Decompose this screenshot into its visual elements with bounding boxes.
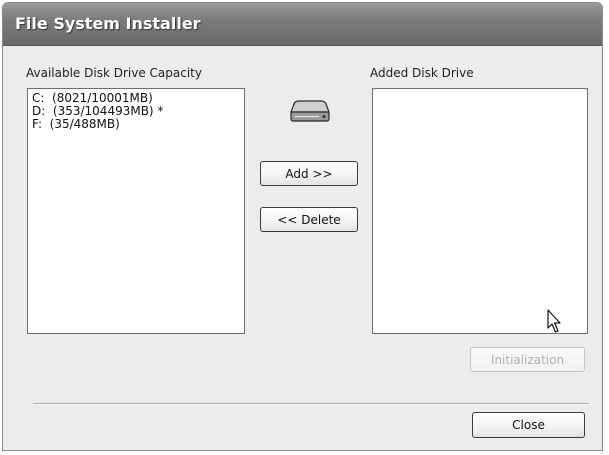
- added-drives-list[interactable]: [372, 88, 588, 334]
- hard-drive-icon: [290, 100, 330, 122]
- added-drives-label: Added Disk Drive: [370, 66, 474, 80]
- window-title: File System Installer: [15, 14, 201, 33]
- file-system-installer-dialog: File System Installer Available Disk Dri…: [2, 2, 603, 451]
- available-drives-label: Available Disk Drive Capacity: [26, 66, 202, 80]
- delete-button[interactable]: << Delete: [260, 207, 358, 232]
- separator: [33, 403, 589, 405]
- title-bar[interactable]: File System Installer: [3, 3, 602, 46]
- mouse-pointer-icon: [547, 309, 561, 333]
- available-drives-list[interactable]: C: (8021/10001MB) D: (353/104493MB) * F:…: [27, 88, 245, 334]
- initialization-button[interactable]: Initialization: [470, 347, 585, 372]
- close-button[interactable]: Close: [472, 412, 585, 438]
- list-item[interactable]: F: (35/488MB): [32, 118, 240, 131]
- add-button[interactable]: Add >>: [260, 161, 358, 186]
